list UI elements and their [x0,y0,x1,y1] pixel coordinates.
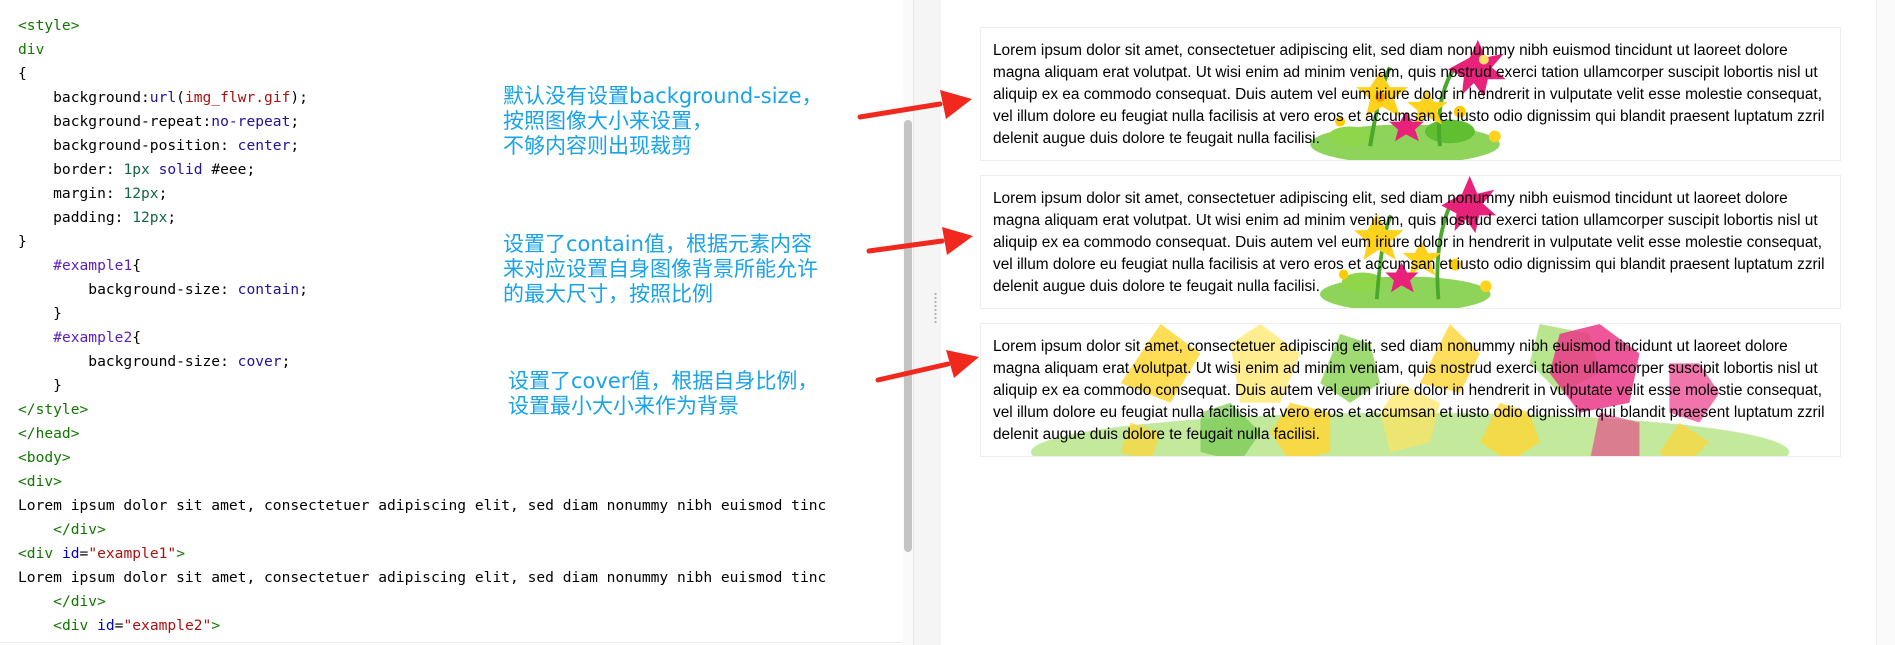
code-line[interactable]: <body> [18,446,826,470]
code-token: <div [53,617,98,634]
code-token: { [132,257,142,274]
code-token: Lorem ipsum dolor sit amet, consectetuer… [18,497,827,514]
preview-lorem-text-1: Lorem ipsum dolor sit amet, consectetuer… [993,42,1825,147]
code-line[interactable]: { [18,62,826,86]
code-token: { [132,329,142,346]
code-token: background-repeat: [18,113,212,130]
code-token: </head> [18,425,80,442]
code-token: border: [18,161,124,178]
preview-lorem-text-3: Lorem ipsum dolor sit amet, consectetuer… [993,338,1825,443]
code-token: contain [237,281,300,298]
code-token: solid [158,161,203,178]
code-token: <div> [18,473,62,490]
code-token: </div> [53,521,106,538]
code-token: <style> [18,17,80,34]
code-token: } [18,377,62,394]
code-token: } [18,233,27,250]
preview-div-example2-cover: Lorem ipsum dolor sit amet, consectetuer… [980,323,1841,457]
code-token: <div [18,545,62,562]
code-token: ; [290,137,300,154]
code-token: background-size: [18,281,238,298]
preview-div-example1-contain: Lorem ipsum dolor sit amet, consectetuer… [980,175,1841,309]
code-token: </style> [18,401,89,418]
code-token: "example1" [88,545,177,562]
code-line[interactable]: </head> [18,422,826,446]
code-token: = [79,545,89,562]
code-line[interactable]: #example2{ [18,326,826,350]
code-token: ; [290,113,300,130]
code-line[interactable]: Lorem ipsum dolor sit amet, consectetuer… [18,494,826,518]
code-token: ); [290,89,308,106]
code-line[interactable]: <div id="example2"> [18,614,826,638]
code-token: > [176,545,185,562]
code-token: no-repeat [211,113,291,130]
code-token: background-position: [18,137,238,154]
code-token: </div> [53,593,106,610]
pane-splitter[interactable] [913,0,942,645]
code-token: margin: [18,185,124,202]
code-line[interactable]: <div> [18,470,826,494]
code-token: center [237,137,291,154]
code-line[interactable]: padding: 12px; [18,206,826,230]
editor-scrollbar-thumb[interactable] [904,120,912,552]
code-token: ( [176,89,185,106]
code-line[interactable]: div [18,38,826,62]
code-token: <body> [18,449,71,466]
preview-scrollbar[interactable] [1876,0,1895,645]
code-token: 12px [132,209,168,226]
code-token: 1px [123,161,150,178]
code-token: "example2" [123,617,212,634]
annotation-contain: 设置了contain值，根据元素内容 来对应设置自身图像背景所能允许 的最大尺寸… [503,232,818,306]
code-token: { [18,65,27,82]
annotation-cover: 设置了cover值，根据自身比例， 设置最小大小来作为背景 [508,369,819,418]
annotation-default-size: 默认没有设置background-size， 按照图像大小来设置， 不够内容则出… [503,84,823,158]
code-token: 12px [123,185,159,202]
code-line[interactable]: <div id="example1"> [18,542,826,566]
code-line[interactable]: margin: 12px; [18,182,826,206]
code-token: ; [281,353,291,370]
code-token: id [61,545,80,562]
code-token: background: [18,89,150,106]
splitter-grip-icon[interactable] [934,292,937,324]
code-token: cover [237,353,282,370]
preview-lorem-text-2: Lorem ipsum dolor sit amet, consectetuer… [993,190,1825,295]
code-token: } [18,305,62,322]
code-token: #example1 [53,257,133,274]
code-token: ; [167,209,177,226]
code-token: background-size: [18,353,238,370]
code-token: #eee; [202,161,256,178]
code-line[interactable]: <style> [18,14,826,38]
code-token: img_flwr.gif [184,89,291,106]
code-line[interactable]: </div> [18,518,826,542]
code-token: Lorem ipsum dolor sit amet, consectetuer… [18,569,827,586]
code-token: ; [299,281,308,298]
code-token: > [211,617,221,634]
code-token: #example2 [53,329,133,346]
code-token: div [18,41,45,58]
code-token: padding: [18,209,133,226]
code-line[interactable]: </div> [18,590,826,614]
code-token: ; [158,185,168,202]
code-line[interactable]: border: 1px solid #eee; [18,158,826,182]
preview-div-default: Lorem ipsum dolor sit amet, consectetuer… [980,27,1841,161]
code-token: id [97,617,115,634]
code-line[interactable]: Lorem ipsum dolor sit amet, consectetuer… [18,566,826,590]
editor-bottom-border [0,642,902,643]
code-token: url [149,89,177,106]
